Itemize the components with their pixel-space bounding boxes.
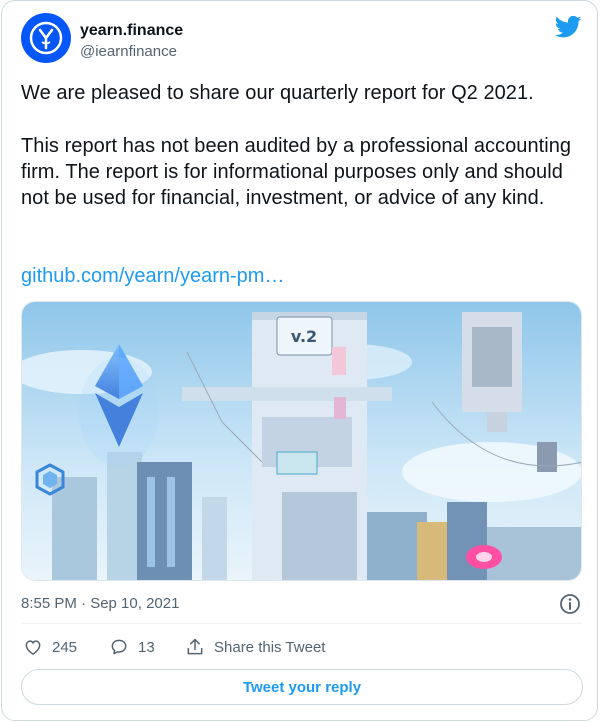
- tweet-disclaimer: This report has not been audited by a pr…: [21, 135, 572, 209]
- share-button[interactable]: Share this Tweet: [185, 637, 325, 657]
- twitter-bird-icon[interactable]: [555, 15, 582, 39]
- reply-button[interactable]: 13: [109, 637, 155, 657]
- like-count: 245: [52, 638, 78, 656]
- tweet-timestamp[interactable]: 8:55 PM · Sep 10, 2021: [21, 595, 179, 612]
- tweet-your-reply-button[interactable]: Tweet your reply: [21, 669, 583, 705]
- share-label: Share this Tweet: [214, 638, 326, 656]
- yearn-logo-icon: [29, 21, 63, 55]
- account-handle[interactable]: @iearnfinance: [80, 43, 177, 60]
- tweet-media-image[interactable]: v.2: [21, 301, 582, 581]
- avatar[interactable]: [21, 13, 71, 63]
- share-icon: [187, 638, 203, 655]
- like-button[interactable]: 245: [23, 637, 77, 657]
- info-icon[interactable]: [559, 593, 581, 615]
- report-link[interactable]: github.com/yearn/yearn-pm…: [21, 263, 284, 289]
- cityscape-illustration: v.2: [22, 302, 581, 580]
- account-name[interactable]: yearn.finance: [80, 22, 183, 40]
- sign-text: v.2: [291, 327, 317, 346]
- reply-count: 13: [138, 638, 155, 656]
- divider: [21, 623, 582, 624]
- tweet-card: yearn.finance @iearnfinance We are pleas…: [1, 0, 598, 721]
- tweet-text-line1: We are pleased to share our quarterly re…: [21, 82, 534, 104]
- heart-icon: [25, 640, 41, 655]
- comment-icon: [111, 639, 127, 655]
